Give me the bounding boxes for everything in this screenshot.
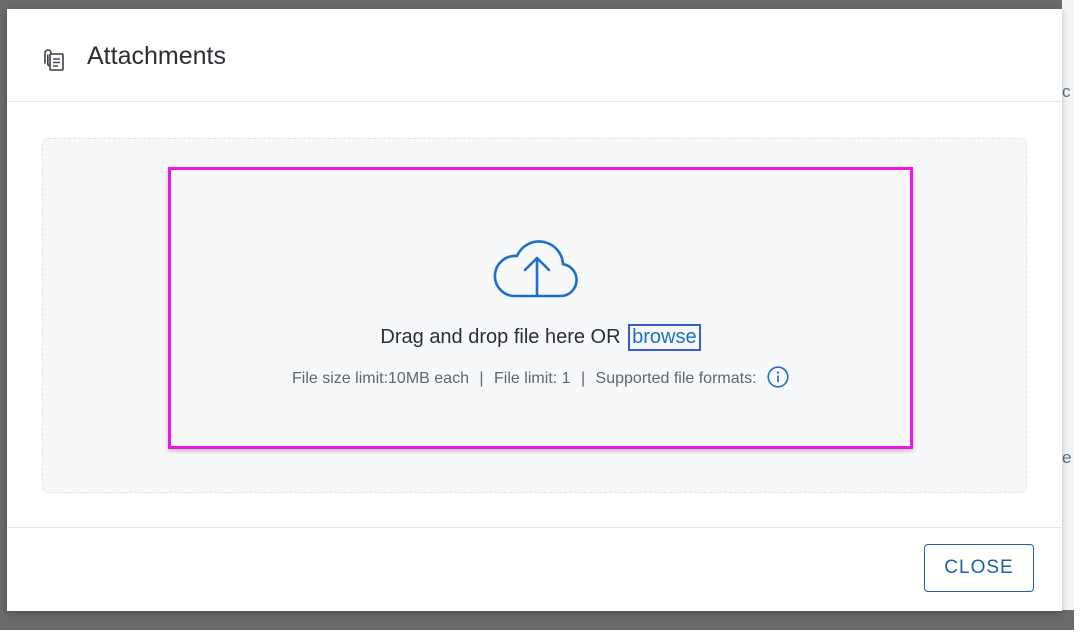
- background-page: c e: [1062, 0, 1074, 610]
- file-count-limit: File limit: 1: [494, 370, 571, 388]
- upload-limits: File size limit:10MB each | File limit: …: [171, 366, 910, 388]
- attachment-document-icon: [44, 49, 64, 71]
- cloud-upload-icon: [493, 240, 578, 298]
- separator: |: [580, 370, 586, 388]
- supported-formats-label: Supported file formats:: [595, 370, 757, 388]
- info-icon[interactable]: [767, 366, 789, 388]
- drag-drop-label: Drag and drop file here OR: [380, 326, 621, 348]
- dialog-header: Attachments: [7, 9, 1062, 102]
- file-size-limit: File size limit:10MB each: [292, 370, 469, 388]
- browse-link[interactable]: browse: [628, 324, 701, 351]
- file-dropzone[interactable]: Drag and drop file here OR browse File s…: [168, 167, 913, 449]
- dialog-title: Attachments: [87, 42, 226, 70]
- drag-drop-text: Drag and drop file here OR browse: [171, 324, 910, 351]
- close-button[interactable]: CLOSE: [924, 544, 1034, 592]
- separator: |: [479, 370, 484, 388]
- dialog-footer: CLOSE: [7, 527, 1062, 612]
- attachments-dialog: Attachments Drag and drop file here OR b…: [7, 9, 1062, 611]
